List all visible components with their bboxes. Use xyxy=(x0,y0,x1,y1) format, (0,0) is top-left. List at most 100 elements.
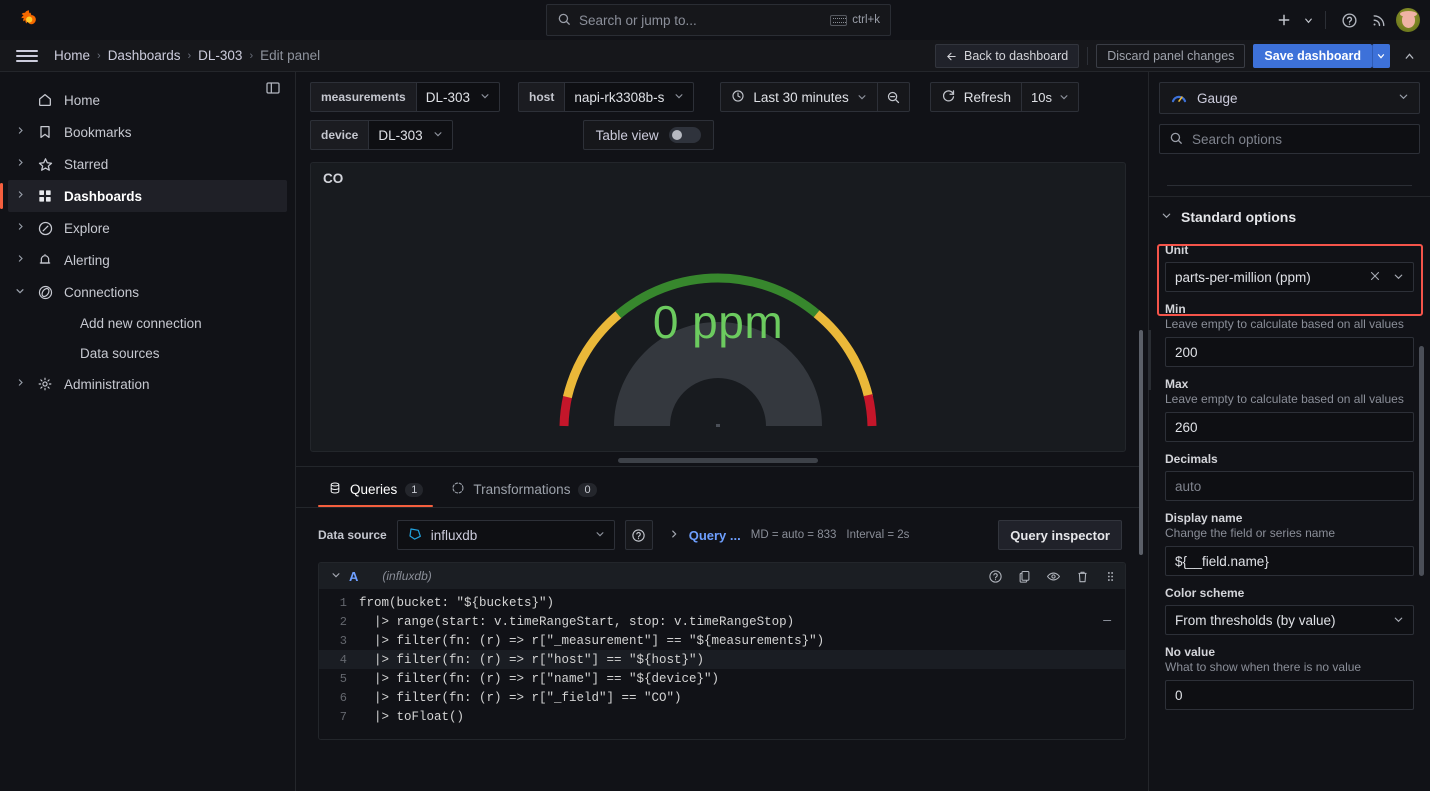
gauge-viz-icon xyxy=(1170,88,1188,109)
query-options-max-data-points: MD = auto = 833 xyxy=(751,529,837,541)
divider xyxy=(1325,11,1326,29)
chevron-right-icon[interactable] xyxy=(8,222,32,234)
chevron-down-icon[interactable] xyxy=(8,286,32,299)
line-content: from(bucket: "${buckets}") xyxy=(359,596,554,610)
chevron-down-icon[interactable] xyxy=(327,570,345,583)
rss-icon[interactable] xyxy=(1366,7,1392,33)
sidebar-item-starred[interactable]: Starred xyxy=(8,148,287,180)
sidebar-item-dashboards[interactable]: Dashboards xyxy=(8,180,287,212)
close-icon[interactable] xyxy=(1369,270,1381,285)
section-standard-options[interactable]: Standard options xyxy=(1149,197,1430,233)
sidebar-item-alerting[interactable]: Alerting xyxy=(8,244,287,276)
sidebar-item-administration[interactable]: Administration xyxy=(8,368,287,400)
add-new-button[interactable] xyxy=(1271,7,1297,33)
gauge-value-text: 0 ppm xyxy=(311,295,1125,349)
options-search[interactable] xyxy=(1159,124,1420,154)
variable-select[interactable]: napi-rk3308b-s xyxy=(564,82,694,112)
main-scrollbar[interactable] xyxy=(1139,330,1143,555)
partially-scrolled-option xyxy=(1167,168,1412,186)
chevron-right-icon[interactable] xyxy=(8,158,32,170)
line-content: |> filter(fn: (r) => r["_measurement"] =… xyxy=(359,634,824,648)
chevron-right-icon[interactable] xyxy=(8,254,32,266)
tab-queries[interactable]: Queries 1 xyxy=(318,481,433,507)
chevron-right-icon[interactable] xyxy=(8,378,32,390)
breadcrumb-item-dl-303[interactable]: DL-303 xyxy=(198,48,242,63)
code-line[interactable]: 5 |> filter(fn: (r) => r["name"] == "${d… xyxy=(319,669,1125,688)
visualization-panel: CO 0 ppm xyxy=(310,162,1126,452)
grafana-edit-panel-page: Search or jump to... ctrl+k xyxy=(0,0,1430,791)
toggle-switch[interactable] xyxy=(669,127,701,143)
breadcrumb-item-home[interactable]: Home xyxy=(54,48,90,63)
help-circle-icon[interactable] xyxy=(988,569,1003,584)
no-value-input[interactable]: 0 xyxy=(1165,680,1414,710)
breadcrumb-item-dashboards[interactable]: Dashboards xyxy=(108,48,181,63)
query-ref-id[interactable]: A xyxy=(349,569,358,584)
menu-toggle-button[interactable] xyxy=(16,45,38,67)
sidebar-item-data-sources[interactable]: Data sources xyxy=(0,338,295,368)
save-dashboard-dropdown-button[interactable] xyxy=(1372,44,1390,68)
discard-panel-changes-button[interactable]: Discard panel changes xyxy=(1096,44,1245,68)
refresh-button[interactable]: Refresh xyxy=(930,82,1022,112)
duplicate-icon[interactable] xyxy=(1017,569,1032,584)
tab-count-badge: 0 xyxy=(578,483,596,497)
table-view-toggle[interactable]: Table view xyxy=(583,120,714,150)
zoom-out-icon[interactable] xyxy=(878,82,910,112)
option-unit: Unit parts-per-million (ppm) xyxy=(1149,243,1430,292)
datasource-help-button[interactable] xyxy=(625,520,653,550)
sidebar-item-label: Alerting xyxy=(64,253,110,268)
sidebar-item-bookmarks[interactable]: Bookmarks xyxy=(8,116,287,148)
section-label: Standard options xyxy=(1181,209,1296,225)
bookmark-icon xyxy=(32,124,58,140)
query-options-toggle[interactable]: Query ... MD = auto = 833 Interval = 2s xyxy=(669,528,910,543)
variable-select[interactable]: DL-303 xyxy=(416,82,500,112)
sidebar-item-explore[interactable]: Explore xyxy=(8,212,287,244)
search-input[interactable]: Search or jump to... ctrl+k xyxy=(546,4,891,36)
display-name-input[interactable]: ${__field.name} xyxy=(1165,546,1414,576)
chevron-down-icon[interactable] xyxy=(1393,270,1404,285)
panel-resize-handle[interactable] xyxy=(618,458,818,463)
search-options-input[interactable] xyxy=(1192,132,1410,147)
tab-transformations[interactable]: Transformations 0 xyxy=(441,481,606,507)
time-range-picker[interactable]: Last 30 minutes xyxy=(720,82,877,112)
decimals-input[interactable]: auto xyxy=(1165,471,1414,501)
visualization-picker[interactable]: Gauge xyxy=(1159,82,1420,114)
chevron-right-icon[interactable] xyxy=(8,190,32,202)
refresh-interval-select[interactable]: 10s xyxy=(1022,82,1079,112)
back-to-dashboard-button[interactable]: Back to dashboard xyxy=(935,44,1079,68)
save-dashboard-button[interactable]: Save dashboard xyxy=(1253,44,1372,68)
option-max: Max Leave empty to calculate based on al… xyxy=(1149,377,1430,442)
grafana-logo-icon[interactable] xyxy=(16,7,42,33)
flux-code-editor[interactable]: — 1 from(bucket: "${buckets}") 2 |> rang… xyxy=(319,589,1125,739)
code-line[interactable]: 7 |> toFloat() xyxy=(319,707,1125,726)
sidebar-item-home[interactable]: Home xyxy=(8,84,287,116)
help-circle-icon[interactable] xyxy=(1336,7,1362,33)
eye-icon[interactable] xyxy=(1046,569,1061,584)
query-inspector-button[interactable]: Query inspector xyxy=(998,520,1122,550)
bell-icon xyxy=(32,252,58,268)
code-line[interactable]: 4 |> filter(fn: (r) => r["host"] == "${h… xyxy=(319,650,1125,669)
chevron-right-icon[interactable] xyxy=(8,126,32,138)
code-line[interactable]: 3 |> filter(fn: (r) => r["_measurement"]… xyxy=(319,631,1125,650)
max-input[interactable]: 260 xyxy=(1165,412,1414,442)
line-number: 3 xyxy=(319,634,359,648)
code-line[interactable]: 1 from(bucket: "${buckets}") xyxy=(319,593,1125,612)
line-number: 5 xyxy=(319,672,359,686)
options-pane-scrollbar[interactable] xyxy=(1419,346,1424,576)
options-pane-resize-handle[interactable] xyxy=(1148,330,1151,390)
main-sidebar: Home Bookmarks Starred xyxy=(0,72,296,791)
trash-icon[interactable] xyxy=(1075,569,1090,584)
min-input[interactable]: 200 xyxy=(1165,337,1414,367)
user-avatar[interactable] xyxy=(1396,8,1420,32)
datasource-picker[interactable]: influxdb xyxy=(397,520,615,550)
chevron-down-icon[interactable] xyxy=(1301,7,1315,33)
chevron-down-icon[interactable] xyxy=(1393,613,1404,628)
sidebar-item-add-new-connection[interactable]: Add new connection xyxy=(0,308,295,338)
unit-select[interactable]: parts-per-million (ppm) xyxy=(1165,262,1414,292)
variable-select[interactable]: DL-303 xyxy=(368,120,452,150)
sidebar-item-connections[interactable]: Connections xyxy=(8,276,287,308)
color-scheme-select[interactable]: From thresholds (by value) xyxy=(1165,605,1414,635)
code-line[interactable]: 6 |> filter(fn: (r) => r["_field"] == "C… xyxy=(319,688,1125,707)
drag-handle-icon[interactable] xyxy=(1104,569,1117,584)
collapse-toolbar-button[interactable] xyxy=(1398,45,1420,67)
code-line[interactable]: 2 |> range(start: v.timeRangeStart, stop… xyxy=(319,612,1125,631)
